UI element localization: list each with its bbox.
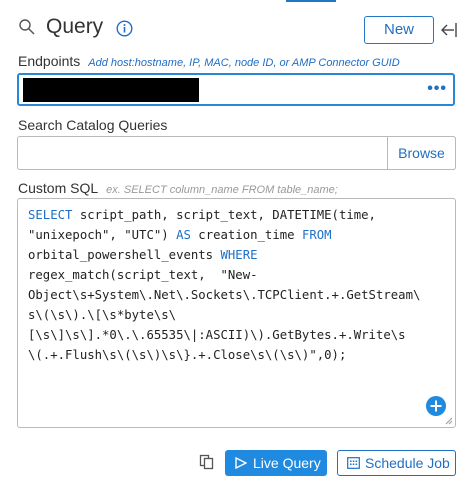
custom-sql-label: Custom SQL (18, 180, 99, 196)
custom-sql-placeholder: ex. SELECT column_name FROM table_name; (106, 184, 338, 196)
catalog-search-input[interactable]: Browse (17, 136, 456, 170)
schedule-job-button[interactable]: Schedule Job (337, 450, 456, 476)
endpoints-input[interactable]: ••• (17, 73, 455, 106)
sql-text: [\s\]\s\].*0\.\.65535\|:ASCII)\).GetByte… (28, 328, 406, 342)
endpoints-label-row: Endpoints Add host:hostname, IP, MAC, nod… (18, 53, 400, 69)
sql-line: SELECT script_path, script_text, DATETIM… (28, 205, 448, 225)
catalog-label: Search Catalog Queries (18, 117, 168, 133)
sql-text: \(.+.Flush\s\(\s\)\s\}.+.Close\s\(\s\)",… (28, 348, 347, 362)
play-icon (235, 457, 247, 469)
sql-line: \(.+.Flush\s\(\s\)\s\}.+.Close\s\(\s\)",… (28, 345, 448, 365)
endpoints-label: Endpoints (18, 53, 81, 69)
copy-icon[interactable] (199, 454, 215, 470)
custom-sql-editor[interactable]: SELECT script_path, script_text, DATETIM… (17, 198, 456, 428)
calendar-icon (347, 457, 360, 469)
endpoints-hint: Add host:hostname, IP, MAC, node ID, or … (88, 57, 400, 69)
browse-button[interactable]: Browse (387, 136, 456, 170)
sql-keyword: SELECT (28, 208, 73, 222)
sql-text: creation_time (190, 228, 302, 242)
sql-line: [\s\]\s\].*0\.\.65535\|:ASCII)\).GetByte… (28, 325, 448, 345)
sql-line: Object\s+System\.Net\.Sockets\.TCPClient… (28, 285, 448, 305)
live-query-label: Live Query (253, 455, 321, 471)
sql-code: SELECT script_path, script_text, DATETIM… (28, 205, 448, 365)
sql-text: Object\s+System\.Net\.Sockets\.TCPClient… (28, 288, 421, 302)
search-icon (19, 19, 35, 35)
schedule-job-label: Schedule Job (365, 455, 450, 471)
sql-line: "unixepoch", "UTC") AS creation_time FRO… (28, 225, 448, 245)
redacted-endpoint-value (23, 78, 199, 102)
new-query-button[interactable]: New (364, 16, 434, 44)
active-tab-indicator (286, 0, 336, 2)
page-title: Query (46, 15, 104, 38)
query-header: Query New (16, 14, 460, 46)
sql-text: script_path, script_text, DATETIME(time, (72, 208, 376, 222)
collapse-panel-icon[interactable] (440, 21, 458, 39)
sql-text: "unixepoch", "UTC") (28, 228, 177, 242)
endpoints-more-icon[interactable]: ••• (427, 81, 447, 97)
sql-keyword: WHERE (220, 248, 258, 262)
sql-line: orbital_powershell_events WHERE (28, 245, 448, 265)
custom-sql-label-row: Custom SQL ex. SELECT column_name FROM ta… (18, 180, 338, 196)
sql-text: s\(\s\).\[\s*byte\s\ (28, 308, 177, 322)
sql-keyword: FROM (301, 228, 332, 242)
add-icon[interactable] (426, 396, 446, 416)
info-icon[interactable] (116, 20, 133, 37)
sql-line: regex_match(script_text, "New- (28, 265, 448, 285)
live-query-button[interactable]: Live Query (225, 450, 327, 476)
sql-line: s\(\s\).\[\s*byte\s\ (28, 305, 448, 325)
resize-handle-icon[interactable] (445, 417, 453, 425)
sql-text: orbital_powershell_events (28, 248, 221, 262)
sql-text: regex_match(script_text, "New- (28, 268, 258, 282)
sql-keyword: AS (176, 228, 191, 242)
